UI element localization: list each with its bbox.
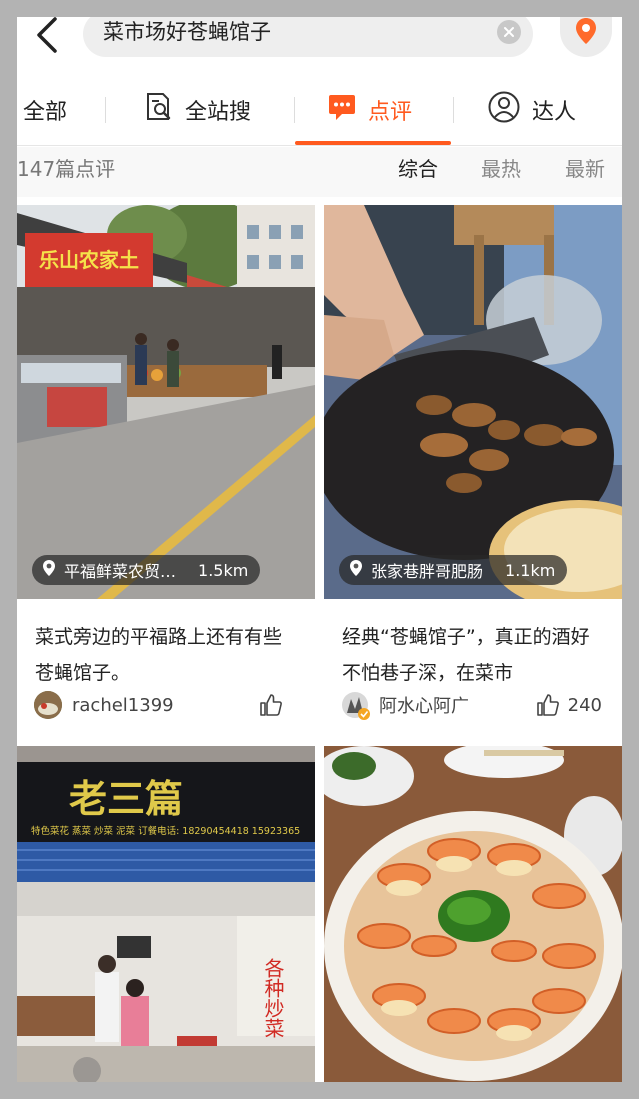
side-sign: 各种炒菜 <box>261 958 285 1038</box>
review-card[interactable] <box>324 746 622 1082</box>
review-card[interactable]: 老三篇 特色菜花 蒸菜 炒菜 泥菜 订餐电话: 18290454418 1592… <box>17 746 315 1082</box>
review-card[interactable]: 张家巷胖哥肥肠 1.1km 经典“苍蝇馆子”，真正的酒好不怕巷子深，在菜市 阿水… <box>324 205 622 737</box>
author[interactable]: 阿水心阿广 <box>341 690 469 720</box>
comment-icon <box>328 92 356 128</box>
tab-bar: 全部 全站搜 点评 达人 <box>17 75 622 145</box>
sort-hottest[interactable]: 最热 <box>481 154 521 184</box>
shop-sign: 老三篇 <box>69 776 183 821</box>
back-arrow-icon[interactable] <box>33 17 63 55</box>
tab-reviews[interactable]: 点评 <box>328 75 412 145</box>
like-button[interactable] <box>259 691 291 719</box>
top-bar: 菜市场好苍蝇馆子 <box>17 17 622 65</box>
author-name: rachel1399 <box>72 694 174 716</box>
market-street-photo: 乐山农家土 <box>17 205 315 599</box>
sort-newest[interactable]: 最新 <box>565 154 605 184</box>
search-query: 菜市场好苍蝇馆子 <box>103 20 271 44</box>
tab-reviews-label: 点评 <box>368 100 413 125</box>
review-title: 经典“苍蝇馆子”，真正的酒好不怕巷子深，在菜市 <box>342 626 590 684</box>
food-cooking-photo <box>324 205 622 599</box>
tab-all[interactable]: 全部 <box>23 75 67 145</box>
author-name: 阿水心阿广 <box>379 696 469 717</box>
location-name: 张家巷胖哥肥肠 <box>371 562 484 581</box>
location-badge: 平福鲜菜农贸… 1.5km <box>32 555 261 585</box>
shrimp-dish-photo <box>324 746 622 1082</box>
author[interactable]: rachel1399 <box>34 690 174 720</box>
user-icon <box>488 91 520 129</box>
review-title: 菜式旁边的平福路上还有有些苍蝇馆子。 <box>35 626 283 684</box>
tab-site-search[interactable]: 全站搜 <box>145 75 251 145</box>
sort-bar: 147篇点评 综合 最热 最新 <box>17 147 622 197</box>
tab-experts-label: 达人 <box>532 100 577 125</box>
avatar <box>341 691 370 720</box>
like-count: 240 <box>567 694 602 716</box>
tab-experts[interactable]: 达人 <box>488 75 576 145</box>
sort-comprehensive[interactable]: 综合 <box>398 154 438 184</box>
tab-site-search-label: 全站搜 <box>185 100 252 125</box>
review-count: 147篇点评 <box>17 157 116 181</box>
avatar <box>34 691 62 719</box>
location-badge: 张家巷胖哥肥肠 1.1km <box>339 555 568 585</box>
clear-icon[interactable] <box>497 20 521 44</box>
app-screen: 菜市场好苍蝇馆子 全部 全站搜 点评 达人 147篇点评 综合 最热 最新 乐山… <box>17 17 622 1082</box>
location-distance: 1.5km <box>198 560 249 580</box>
tab-all-label: 全部 <box>23 100 68 125</box>
search-document-icon <box>145 92 173 128</box>
location-name: 平福鲜菜农贸… <box>64 562 177 581</box>
like-button[interactable]: 240 <box>536 691 602 719</box>
shop-sign-subtext: 特色菜花 蒸菜 炒菜 泥菜 订餐电话: 18290454418 15923365 <box>31 825 300 837</box>
location-distance: 1.1km <box>505 560 556 580</box>
svg-text:乐山农家土: 乐山农家土 <box>39 248 139 272</box>
thumbs-up-icon <box>536 694 559 716</box>
location-pin-icon <box>349 559 363 581</box>
restaurant-front-photo: 老三篇 特色菜花 蒸菜 炒菜 泥菜 订餐电话: 18290454418 1592… <box>17 746 315 1082</box>
location-pin-icon <box>42 559 56 581</box>
review-card[interactable]: 乐山农家土 平福鲜菜农贸… 1.5km 菜式旁边的平福路上还有有些苍蝇馆子。 r… <box>17 205 315 737</box>
map-pin-icon[interactable] <box>560 17 612 57</box>
search-input[interactable]: 菜市场好苍蝇馆子 <box>83 17 533 57</box>
thumbs-up-icon <box>260 694 282 716</box>
